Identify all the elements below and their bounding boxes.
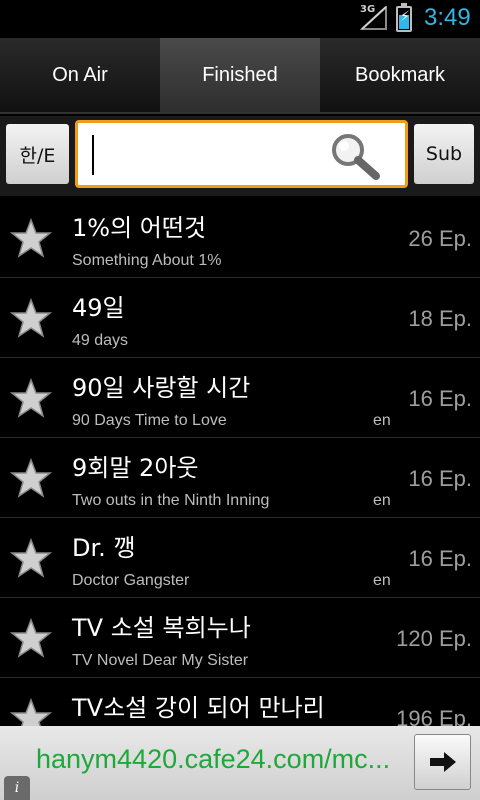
show-subtitle: 90 Days Time to Love bbox=[72, 412, 227, 429]
star-icon[interactable] bbox=[10, 218, 52, 258]
url-bar: hanym4420.cafe24.com/mc... i bbox=[0, 726, 480, 800]
clock: 3:49 bbox=[424, 4, 471, 31]
tab-on-air[interactable]: On Air bbox=[0, 38, 160, 112]
show-title: TV 소설 복희누나 bbox=[72, 614, 251, 642]
episode-count: 120 Ep. bbox=[396, 626, 472, 651]
tab-bar: On Air Finished Bookmark bbox=[0, 38, 480, 114]
search-input[interactable] bbox=[82, 127, 324, 181]
language-tag: en bbox=[373, 492, 391, 509]
list-item[interactable]: TV소설 강이 되어 만나리 196 Ep. bbox=[0, 678, 480, 726]
episode-count: 26 Ep. bbox=[408, 226, 472, 251]
tab-bookmark[interactable]: Bookmark bbox=[320, 38, 480, 112]
language-toggle-button[interactable]: 한/E bbox=[6, 124, 69, 184]
language-tag: en bbox=[373, 572, 391, 589]
show-title: 49일 bbox=[72, 294, 125, 322]
star-icon[interactable] bbox=[10, 538, 52, 578]
episode-count: 196 Ep. bbox=[396, 706, 472, 726]
episode-count: 18 Ep. bbox=[408, 306, 472, 331]
signal-icon bbox=[360, 6, 387, 30]
status-bar: 3G ⚡ 3:49 bbox=[0, 0, 480, 38]
list-item[interactable]: 9회말 2아웃 Two outs in the Ninth Inning en … bbox=[0, 438, 480, 518]
tab-finished[interactable]: Finished bbox=[160, 38, 320, 112]
search-row: 한/E Sub bbox=[0, 116, 480, 196]
show-subtitle: Two outs in the Ninth Inning bbox=[72, 492, 270, 509]
list-item[interactable]: TV 소설 복희누나 TV Novel Dear My Sister 120 E… bbox=[0, 598, 480, 678]
episode-count: 16 Ep. bbox=[408, 546, 472, 571]
show-subtitle: 49 days bbox=[72, 332, 129, 349]
list-item[interactable]: 1%의 어떤것 Something About 1% 26 Ep. bbox=[0, 198, 480, 278]
episode-count: 16 Ep. bbox=[408, 386, 472, 411]
list-item[interactable]: 90일 사랑할 시간 90 Days Time to Love en 16 Ep… bbox=[0, 358, 480, 438]
show-title: TV소설 강이 되어 만나리 bbox=[72, 694, 325, 722]
star-icon[interactable] bbox=[10, 378, 52, 418]
star-icon[interactable] bbox=[10, 458, 52, 498]
search-box bbox=[75, 120, 408, 188]
show-list: 1%의 어떤것 Something About 1% 26 Ep. 49일 49… bbox=[0, 198, 480, 726]
star-icon[interactable] bbox=[10, 618, 52, 658]
battery-icon: ⚡ bbox=[396, 3, 412, 32]
show-title: Dr. 깽 bbox=[72, 534, 136, 562]
info-icon[interactable]: i bbox=[4, 776, 30, 800]
show-subtitle: Something About 1% bbox=[72, 252, 222, 269]
go-button[interactable] bbox=[414, 734, 471, 790]
sub-button[interactable]: Sub bbox=[414, 124, 474, 184]
search-icon[interactable] bbox=[328, 131, 382, 181]
star-icon[interactable] bbox=[10, 698, 52, 726]
star-icon[interactable] bbox=[10, 298, 52, 338]
episode-count: 16 Ep. bbox=[408, 466, 472, 491]
show-title: 1%의 어떤것 bbox=[72, 214, 207, 242]
show-title: 90일 사랑할 시간 bbox=[72, 374, 251, 402]
show-title: 9회말 2아웃 bbox=[72, 454, 199, 482]
list-item[interactable]: Dr. 깽 Doctor Gangster en 16 Ep. bbox=[0, 518, 480, 598]
arrow-right-icon bbox=[429, 752, 456, 772]
text-cursor bbox=[92, 135, 94, 175]
show-subtitle: Doctor Gangster bbox=[72, 572, 190, 589]
show-subtitle: TV Novel Dear My Sister bbox=[72, 652, 249, 669]
list-item[interactable]: 49일 49 days 18 Ep. bbox=[0, 278, 480, 358]
url-link[interactable]: hanym4420.cafe24.com/mc... bbox=[36, 744, 396, 775]
language-tag: en bbox=[373, 412, 391, 429]
